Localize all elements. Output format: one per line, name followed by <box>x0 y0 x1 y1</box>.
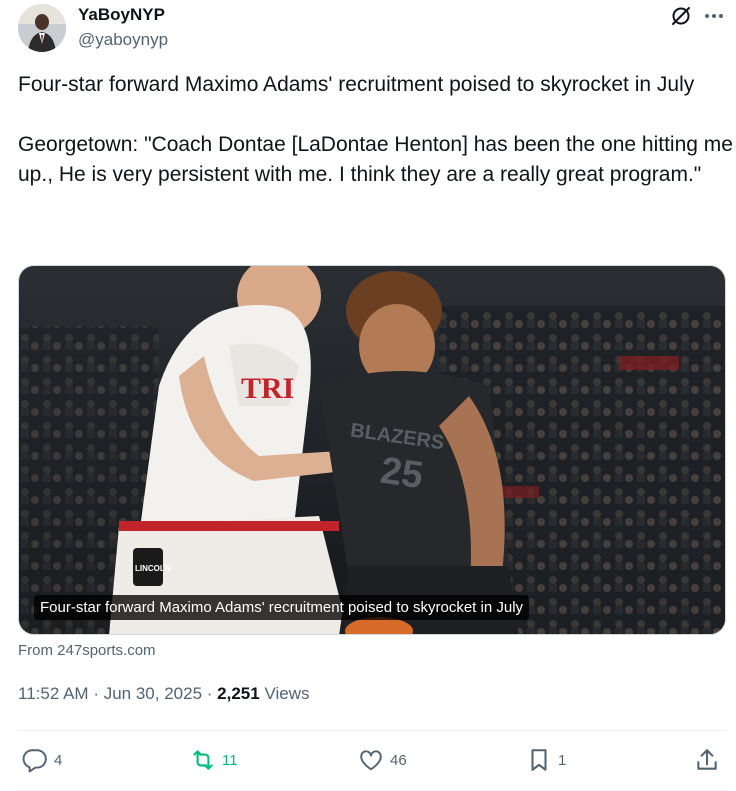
retweet-count: 11 <box>222 751 238 769</box>
share-button[interactable] <box>694 744 720 776</box>
tweet-time[interactable]: 11:52 AM <box>18 684 89 703</box>
views-label: Views <box>264 684 310 703</box>
avatar[interactable] <box>18 4 66 52</box>
meta-separator: · <box>93 684 99 703</box>
bookmark-count: 1 <box>558 751 567 769</box>
author-display-name[interactable]: YaBoyNYP <box>78 5 165 25</box>
more-icon <box>705 14 723 18</box>
bookmark-icon <box>531 749 547 771</box>
reply-count: 4 <box>54 751 63 769</box>
jersey-left-text: TRI <box>241 372 294 405</box>
tweet-date[interactable]: Jun 30, 2025 <box>104 684 202 703</box>
views-count: 2,251 <box>217 684 260 703</box>
like-count: 46 <box>390 751 407 769</box>
author-handle[interactable]: @yaboynyp <box>78 30 168 50</box>
meta-separator: · <box>206 684 213 703</box>
reply-icon <box>22 749 47 773</box>
grok-button[interactable] <box>668 3 694 29</box>
reply-button[interactable]: 4 <box>22 744 62 776</box>
link-source[interactable]: From 247sports.com <box>18 642 156 659</box>
tweet-text: Four-star forward Maximo Adams' recruitm… <box>18 73 733 186</box>
heart-icon <box>360 750 382 771</box>
tweet-meta: 11:52 AM · Jun 30, 2025 · 2,251 Views <box>18 684 310 704</box>
like-button[interactable]: 46 <box>358 744 407 776</box>
grok-icon <box>672 7 690 25</box>
retweet-button[interactable]: 11 <box>190 744 238 776</box>
bookmark-button[interactable]: 1 <box>526 744 566 776</box>
share-icon <box>697 749 717 770</box>
media-card[interactable]: TRI BLAZERS 25 LINCOLN Four-star forward… <box>18 265 726 635</box>
divider <box>18 730 726 731</box>
more-button[interactable] <box>701 3 727 29</box>
shorts-logo-text: LINCOLN <box>135 564 171 573</box>
media-caption: Four-star forward Maximo Adams' recruitm… <box>34 595 530 620</box>
jersey-right-number: 25 <box>378 450 426 497</box>
retweet-icon <box>193 750 213 770</box>
user-avatar-icon <box>18 4 66 52</box>
basketball-photo: TRI BLAZERS 25 LINCOLN <box>19 266 725 634</box>
